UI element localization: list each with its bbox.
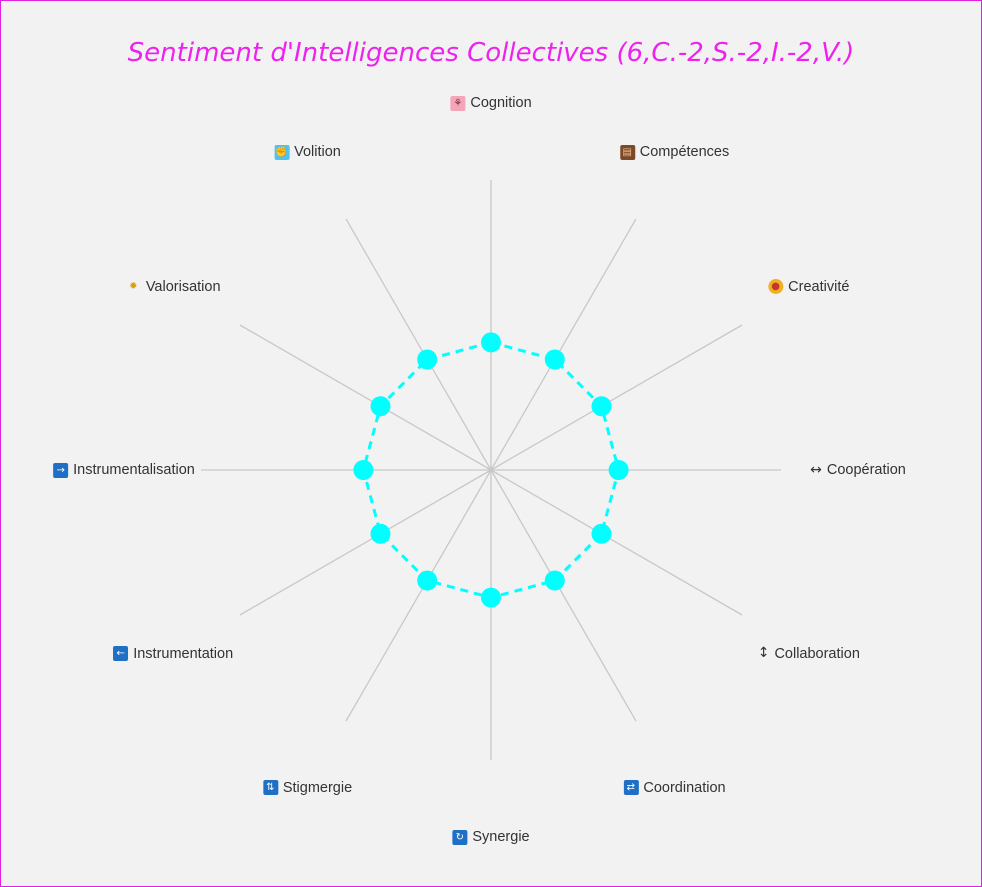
axis-label-4: ↔ Coopération [810,462,906,478]
axis-line-2 [490,218,637,471]
axis-label-5: ↕ Collaboration [758,646,860,662]
axis-label-3: ● Creativité [768,279,849,295]
axis-line-8 [345,469,492,722]
axis-label-1: ⚘ Cognition [450,95,532,111]
flexed-arm-icon: ✊ [274,144,290,160]
palette-icon: ● [768,279,784,294]
axis-label-text: Collaboration [774,645,860,662]
left-arrow-icon: ← [113,646,129,661]
sparkle-burst-icon: ✹ [129,281,138,292]
right-arrow-icon: → [53,462,69,478]
axis-line-5 [490,469,743,616]
briefcase-icon: ▤ [619,144,635,160]
axis-label-12: ✊ Volition [274,144,341,160]
data-point-5[interactable] [591,523,612,544]
shuffle-icon: ⇄ [623,780,639,796]
data-point-12[interactable] [417,349,438,370]
up-down-arrow-icon: ↕ [757,645,770,661]
axis-line-3 [490,324,743,471]
data-point-8[interactable] [417,570,438,591]
cycle-arrows-icon: ⇅ [262,780,278,796]
data-point-11[interactable] [370,396,391,417]
axis-label-text: Valorisation [145,278,221,295]
axis-label-text: Coordination [643,779,726,796]
data-point-6[interactable] [544,570,565,591]
axis-label-7: ↻ Synergie [452,829,530,845]
axis-label-8: ⇅ Stigmergie [262,779,353,796]
axis-label-text: Stigmergie [282,779,353,796]
axis-line-6 [490,469,637,722]
axis-line-9 [239,469,492,616]
axis-line-12 [345,218,492,471]
axis-label-text: Instrumentalisation [73,462,195,478]
axis-label-6: ⇄ Coordination [623,779,726,796]
repeat-icon: ↻ [452,829,468,845]
data-point-1[interactable] [481,332,501,353]
brain-icon: ⚘ [450,95,466,111]
axis-label-text: Coopération [826,462,906,478]
axis-label-11: ✹ Valorisation [126,278,221,295]
axis-label-text: Cognition [470,95,532,111]
axis-label-10: → Instrumentalisation [53,462,195,478]
axis-label-text: Volition [294,144,341,161]
axis-label-text: Creativité [788,278,850,295]
axis-label-2: ▤ Compétences [619,144,730,161]
data-point-3[interactable] [591,396,612,417]
data-point-9[interactable] [370,523,391,544]
left-right-arrow-icon: ↔ [810,461,822,478]
axis-label-text: Instrumentation [133,645,234,662]
radar-chart [201,180,781,760]
axis-label-9: ← Instrumentation [113,646,233,662]
data-point-7[interactable] [481,587,501,608]
data-point-2[interactable] [544,349,565,370]
axis-line-11 [239,324,492,471]
data-point-10[interactable] [353,460,374,480]
axis-label-text: Synergie [472,829,530,845]
axis-label-text: Compétences [639,144,730,161]
data-point-4[interactable] [608,460,629,480]
